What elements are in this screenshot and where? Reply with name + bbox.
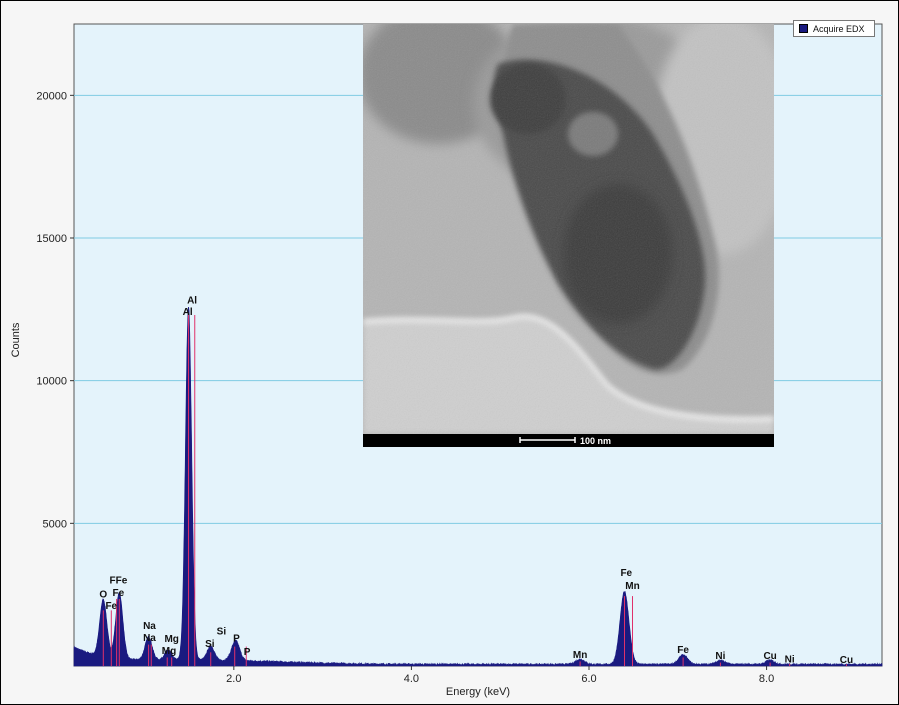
element-label: Mn [573,650,587,661]
element-label: O [99,590,107,601]
legend: Acquire EDX [793,20,875,37]
legend-label: Acquire EDX [813,23,865,34]
y-axis-label: Counts [10,322,22,357]
element-label: Na [143,621,156,632]
scale-bar-label: 100 nm [580,436,611,446]
element-label: Fe [113,588,125,599]
element-label: Ni [785,654,795,665]
element-label: FFe [110,575,128,586]
element-label: Mn [625,581,639,592]
x-tick-label: 4.0 [404,673,419,685]
y-tick-label: 5000 [43,518,67,530]
element-label: Cu [840,655,853,666]
y-tick-label: 15000 [36,233,67,245]
y-tick-label: 10000 [36,376,67,388]
element-label: Fe [677,645,689,656]
element-label: Ni [715,651,725,662]
element-label: Cu [763,651,776,662]
element-label: P [244,647,251,658]
x-axis-label: Energy (keV) [446,686,510,698]
element-label: Al [187,296,197,307]
element-label: Al [183,307,193,318]
element-label: Fe [620,568,632,579]
element-label: Fe [105,601,117,612]
element-label: Mg [162,646,176,657]
y-tick-label: 20000 [36,90,67,102]
x-axis-ticks: 2.0 4.0 6.0 8.0 [226,666,774,685]
tem-image: 100 nm [363,24,774,447]
element-label: Si [205,639,215,650]
element-label: Mg [164,634,178,645]
x-tick-label: 6.0 [581,673,596,685]
legend-swatch [799,24,808,33]
tem-micrograph-inset: 100 nm [363,24,774,447]
x-tick-label: 8.0 [759,673,774,685]
element-label: P [233,633,240,644]
y-axis-ticks: 5000 10000 15000 20000 [36,90,74,530]
element-label: Na [143,633,156,644]
element-label: Si [217,627,227,638]
x-tick-label: 2.0 [226,673,241,685]
